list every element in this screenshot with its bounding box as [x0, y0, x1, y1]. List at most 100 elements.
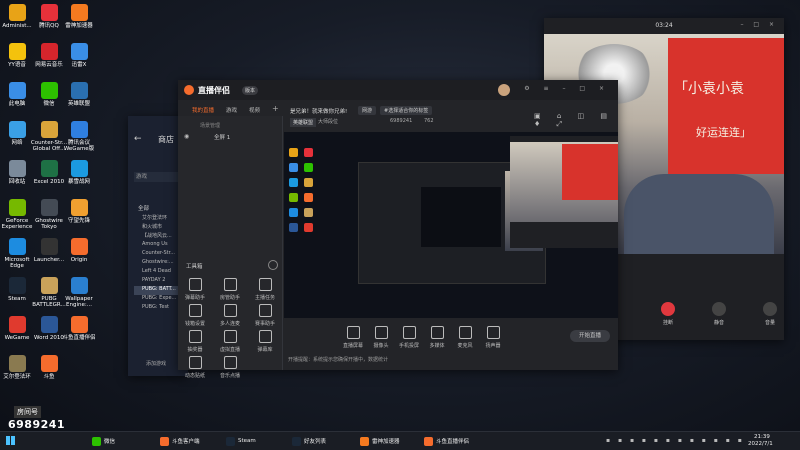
start-icon[interactable]: [6, 436, 15, 445]
douyu-app-name: 直播伴侣: [198, 86, 230, 95]
desktop-icon-label: 暴雪战网: [67, 179, 90, 185]
tool-icon: [188, 304, 202, 317]
app-icon: [70, 277, 88, 294]
desktop-icon[interactable]: Wallpaper Engine:...: [60, 277, 98, 309]
taskbar-item-label: Steam: [238, 438, 256, 444]
toolbox-item[interactable]: 房管助手: [215, 278, 245, 301]
tool-label: 音乐点播: [219, 373, 240, 379]
taskbar-item[interactable]: 微信: [92, 435, 115, 447]
stream-control[interactable]: 摄像头: [366, 326, 396, 349]
taskbar-date[interactable]: 2022/7/1: [748, 441, 773, 447]
app-icon: [8, 277, 26, 294]
stream-control[interactable]: 多媒体: [422, 326, 452, 349]
app-icon: [8, 160, 26, 177]
app-icon: [40, 238, 58, 255]
app-icon: [40, 121, 58, 138]
desktop-icon-label: 腾讯会议 WeGame版: [63, 140, 95, 153]
toolbox-item[interactable]: 赛事助手: [250, 304, 280, 327]
desktop-icon-label: 英雄联盟: [67, 101, 90, 107]
steam-back-icon[interactable]: ←: [134, 134, 142, 144]
taskbar-item[interactable]: 斗鱼客户端: [160, 435, 200, 447]
tool-icon: [258, 304, 272, 317]
steam-search-input[interactable]: 游戏: [134, 172, 184, 182]
stream-control[interactable]: 麦克风: [450, 326, 480, 349]
app-icon: [8, 4, 26, 21]
douyu-window-controls[interactable]: ⚙ ≡ – □ ×: [524, 85, 610, 92]
stream-control[interactable]: 手机投屏: [394, 326, 424, 349]
desktop-icon[interactable]: 斗鱼: [30, 355, 68, 380]
toolbox-item[interactable]: 主播任务: [250, 278, 280, 301]
taskbar-app-icon: [424, 436, 433, 446]
sign-line-2: 好运连连」: [696, 126, 751, 139]
desktop-icon[interactable]: 腾讯会议 WeGame版: [60, 121, 98, 153]
app-icon: [8, 121, 26, 138]
toolbox-item[interactable]: 抽奖器: [180, 330, 210, 353]
call-control[interactable]: 静音: [705, 302, 733, 326]
stream-tag-category[interactable]: 网游: [358, 106, 377, 115]
taskbar-clock[interactable]: 21:39: [754, 434, 770, 440]
douyu-tab[interactable]: 游戏: [226, 106, 237, 114]
toolbox-collapse-icon[interactable]: [268, 260, 278, 270]
desktop-icon[interactable]: 迅雷X: [60, 43, 98, 68]
app-icon: [70, 199, 88, 216]
desktop-icon-label: 斗鱼直播伴侣: [62, 335, 96, 341]
desktop-icon[interactable]: 雷神加速器: [60, 4, 98, 29]
start-stream-button[interactable]: 开始直播: [570, 330, 610, 342]
eye-icon[interactable]: ◉: [184, 133, 189, 140]
call-control-label: 挂断: [662, 320, 673, 326]
control-icon: [346, 326, 360, 339]
app-icon: [8, 355, 26, 372]
tray-icons[interactable]: ▪ ▪ ▪ ▪ ▪ ▪ ▪ ▪ ▪ ▪ ▪ ▪: [606, 437, 745, 444]
tool-label: 多人连麦: [219, 321, 240, 327]
taskbar-item[interactable]: 斗鱼直播伴侣: [424, 435, 469, 447]
call-control-icon: [712, 302, 726, 316]
taskbar-item[interactable]: 雷神加速器: [360, 435, 400, 447]
stream-control[interactable]: 扬声器: [478, 326, 508, 349]
desktop-icon[interactable]: Origin: [60, 238, 98, 263]
window-controls[interactable]: – □ ×: [740, 21, 778, 28]
app-icon: [70, 316, 88, 333]
toolbox-item[interactable]: 虚拟直播: [215, 330, 245, 353]
douyu-avatar[interactable]: [498, 84, 510, 96]
stream-control[interactable]: 直播屏幕: [338, 326, 368, 349]
app-icon: [40, 199, 58, 216]
app-icon: [70, 121, 88, 138]
steam-store-title[interactable]: 商店: [158, 134, 174, 145]
stream-title[interactable]: 是兄弟！就来做你兄弟!: [290, 107, 347, 115]
toolbox-item[interactable]: 弹幕助手: [180, 278, 210, 301]
taskbar-item[interactable]: Steam: [226, 435, 256, 447]
add-tab-icon[interactable]: +: [272, 104, 279, 113]
desktop-icon[interactable]: 暴雪战网: [60, 160, 98, 185]
tool-label: 弹幕库: [257, 347, 273, 353]
toolbox-item[interactable]: 音乐点播: [215, 356, 245, 379]
nested-preview-inner: [421, 187, 501, 247]
scene-item[interactable]: 全屏 1: [214, 133, 230, 141]
control-label: 直播屏幕: [342, 343, 363, 349]
scene-panel: 场景管理 ◉ 全屏 1 工具箱 弹幕助手 房管助手 主播任务 钱箱设置 多人连麦 赛事助手…: [178, 116, 283, 379]
toolbox-item[interactable]: 弹幕库: [250, 330, 280, 353]
douyu-version-badge[interactable]: 版本: [242, 86, 259, 95]
tool-icon: [188, 356, 202, 369]
douyu-window[interactable]: 直播伴侣 版本 ⚙ ≡ – □ × 我的直播 游戏 视频 + 场景管理 ◉ 全屏 1…: [178, 80, 618, 379]
header-action-icons[interactable]: ▣ ⌂ ◫ ▤ ♦ ⤢: [534, 112, 618, 129]
app-icon: [40, 4, 58, 21]
app-icon: [70, 160, 88, 177]
desktop-icon[interactable]: 守望先锋: [60, 199, 98, 224]
desktop-icon[interactable]: 斗鱼直播伴侣: [60, 316, 98, 341]
stream-tag-select[interactable]: #选择适合你的标签: [380, 106, 433, 115]
game-category[interactable]: 英雄联盟: [290, 118, 317, 127]
app-icon: [8, 238, 26, 255]
toolbox-item[interactable]: 多人连麦: [215, 304, 245, 327]
taskbar-app-icon: [226, 436, 235, 446]
douyu-tab[interactable]: 视频: [249, 106, 260, 114]
call-control[interactable]: 挂断: [654, 302, 682, 326]
steam-section-label: 全部: [138, 206, 150, 212]
taskbar-item-label: 好友列表: [304, 439, 327, 445]
douyu-tab[interactable]: 我的直播: [192, 106, 214, 114]
call-control[interactable]: 音量: [756, 302, 784, 326]
taskbar-item[interactable]: 好友列表: [292, 435, 326, 447]
steam-add-game-button[interactable]: 添加游戏: [146, 360, 166, 367]
toolbox-item[interactable]: 动态贴纸: [180, 356, 210, 379]
desktop-icon[interactable]: 英雄联盟: [60, 82, 98, 107]
toolbox-item[interactable]: 钱箱设置: [180, 304, 210, 327]
